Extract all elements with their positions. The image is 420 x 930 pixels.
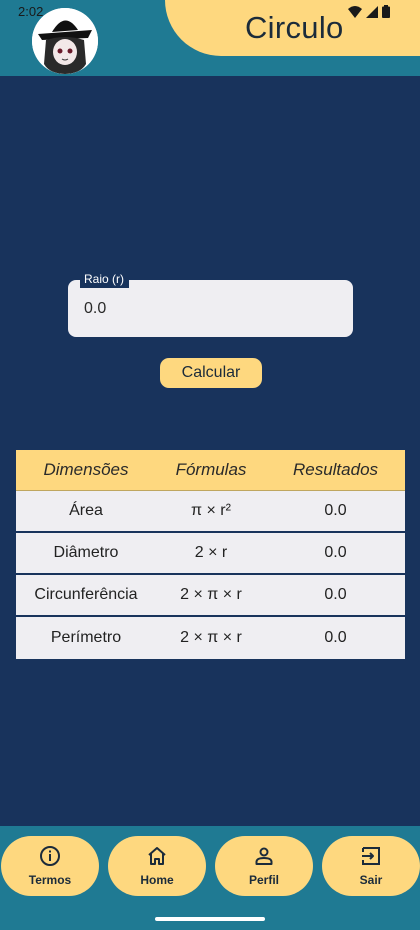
- dimension-cell: Diâmetro: [53, 544, 119, 561]
- result-cell: 0.0: [324, 502, 347, 519]
- dimension-cell: Perímetro: [50, 629, 122, 646]
- status-icons: [348, 5, 390, 18]
- nav-perfil-label: Perfil: [248, 873, 279, 887]
- result-cell: 0.0: [324, 629, 347, 646]
- results-table: Dimensões Fórmulas Resultados Área π × r…: [16, 450, 405, 659]
- formula-cell: 2 × π × r: [180, 629, 242, 646]
- signal-icon: [366, 5, 378, 18]
- wifi-icon: [348, 5, 362, 18]
- formula-cell: 2 × r: [194, 544, 228, 561]
- header-formulas: Fórmulas: [175, 460, 247, 479]
- bottom-navigation: Termos Home Perfil Sair: [0, 826, 420, 930]
- dimension-cell: Área: [69, 502, 103, 519]
- header-dimensions: Dimensões: [43, 460, 129, 479]
- formula-cell: π × r²: [191, 502, 231, 519]
- nav-perfil-button[interactable]: Perfil: [215, 836, 313, 896]
- table-row: Diâmetro 2 × r 0.0: [16, 533, 405, 575]
- home-indicator[interactable]: [155, 917, 265, 921]
- calculate-button[interactable]: Calcular: [160, 358, 262, 388]
- logout-icon: [362, 847, 380, 865]
- nav-termos-label: Termos: [28, 873, 72, 887]
- nav-home-button[interactable]: Home: [108, 836, 206, 896]
- header-results: Resultados: [292, 460, 379, 479]
- formula-cell: 2 × π × r: [180, 586, 242, 603]
- home-icon: [148, 847, 166, 865]
- table-header: Dimensões Fórmulas Resultados: [16, 450, 405, 491]
- nav-sair-label: Sair: [359, 873, 383, 887]
- nav-termos-button[interactable]: Termos: [1, 836, 99, 896]
- info-icon: [40, 846, 60, 866]
- dimension-cell: Circunferência: [34, 586, 138, 603]
- page-title: Circulo: [245, 10, 344, 45]
- table-row: Circunferência 2 × π × r 0.0: [16, 575, 405, 617]
- nav-sair-button[interactable]: Sair: [322, 836, 420, 896]
- nav-home-label: Home: [140, 873, 174, 887]
- radius-field-label: Raio (r): [80, 271, 130, 288]
- table-row: Área π × r² 0.0: [16, 491, 405, 533]
- radius-input[interactable]: 0.0: [84, 300, 106, 318]
- table-row: Perímetro 2 × π × r 0.0: [16, 617, 405, 659]
- result-cell: 0.0: [324, 586, 347, 603]
- result-cell: 0.0: [324, 544, 347, 561]
- status-time: 2:02: [18, 4, 44, 19]
- battery-icon: [382, 5, 390, 18]
- person-icon: [255, 847, 273, 865]
- radius-field[interactable]: 0.0: [68, 280, 353, 337]
